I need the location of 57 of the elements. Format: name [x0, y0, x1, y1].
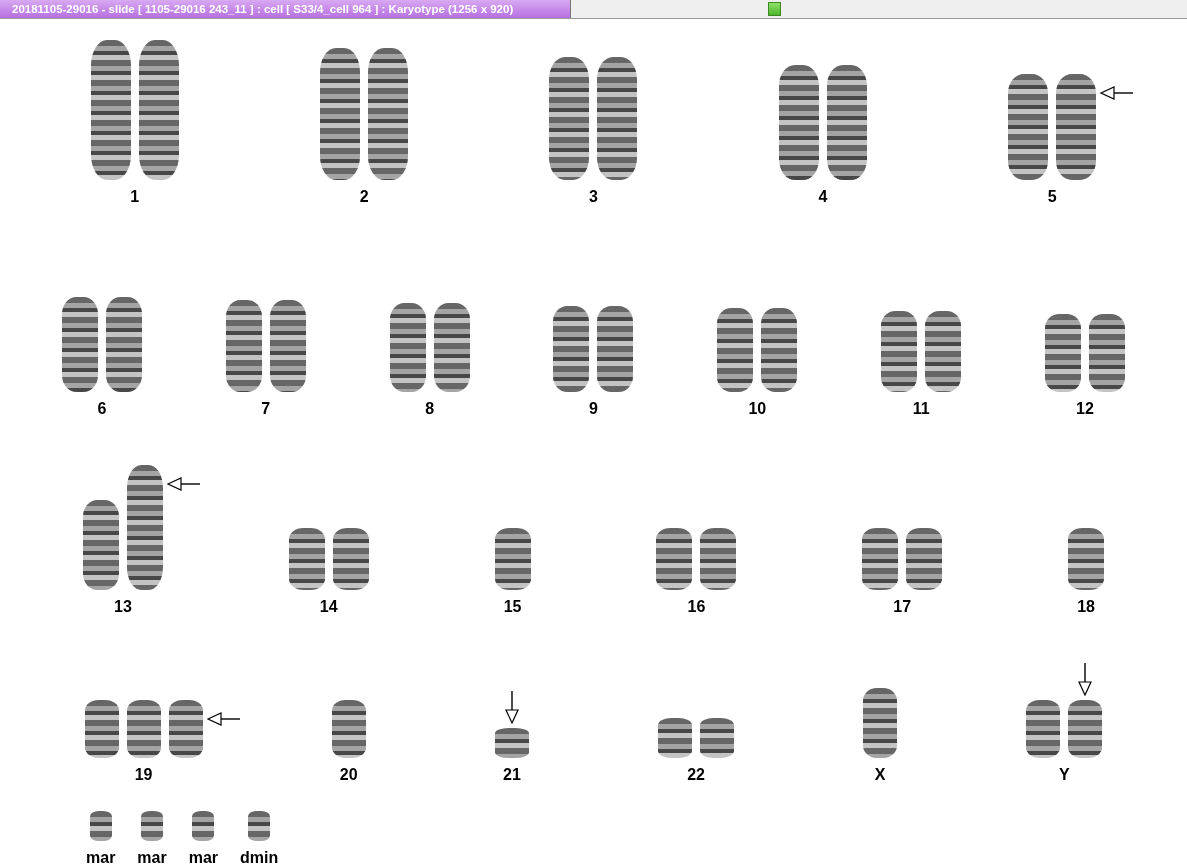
- chromosome-image: [84, 700, 119, 758]
- arrow-icon: [1078, 662, 1093, 696]
- chromosome-label: 6: [97, 400, 107, 418]
- chromosome-label: dmin: [240, 849, 279, 867]
- chromosome-label: X: [874, 766, 886, 784]
- scroll-handle[interactable]: [768, 2, 781, 16]
- chromosome-image: [658, 718, 693, 758]
- chromosome-label: 9: [589, 400, 598, 418]
- chromosome-label: 19: [134, 766, 153, 784]
- chromosome-image: [700, 528, 737, 590]
- chromosome-label: 12: [1076, 400, 1094, 418]
- chromosome-image: [863, 688, 898, 758]
- chromosome-label: 2: [359, 188, 369, 206]
- chromosome-image: [248, 811, 271, 841]
- chromosome-label: 17: [893, 598, 912, 616]
- chromosome-label: 5: [1047, 188, 1057, 206]
- chromosome-label: 8: [425, 400, 435, 418]
- chromosome-label: Y: [1059, 766, 1070, 784]
- chromosome-label: 15: [503, 598, 522, 616]
- chromosome-label: 18: [1077, 598, 1095, 616]
- window-title: 20181105-29016 - slide [ 1105-29016 243_11 ] : cell [ S33/4_cell 964 ] : Karyotype (1256 x 920): [0, 0, 571, 18]
- chromosome-label: mar: [188, 849, 219, 867]
- chromosome-image: [1026, 700, 1061, 758]
- chromosome-label: 14: [319, 598, 338, 616]
- chromosome-image: [168, 700, 203, 758]
- chromosome-image: [331, 700, 366, 758]
- arrow-icon: [206, 712, 241, 726]
- chromosome-label: 16: [687, 598, 706, 616]
- chromosome-label: 20: [339, 766, 358, 784]
- chromosome-label: 3: [589, 188, 598, 206]
- chromosome-image: [126, 700, 161, 758]
- chromosome-image: [1068, 528, 1105, 590]
- chromosome-label: 22: [687, 766, 705, 784]
- chromosome-image: [494, 728, 529, 758]
- chromosome-image: [656, 528, 693, 590]
- chromosome-image: [332, 528, 369, 590]
- chromosome-image: [862, 528, 899, 590]
- chromosome-image: [906, 528, 943, 590]
- chromosome-label: 11: [912, 400, 930, 418]
- chromosome-image: [494, 528, 531, 590]
- chromosome-label: 1: [130, 188, 140, 206]
- chromosome-label: mar: [137, 849, 167, 867]
- arrow-icon: [166, 477, 201, 491]
- chromosome-label: 10: [748, 400, 767, 418]
- chromosome-image: [288, 528, 325, 590]
- arrow-icon: [1100, 86, 1135, 100]
- chromosome-label: 4: [818, 188, 828, 206]
- chromosome-image: [192, 811, 215, 841]
- chromosome-label: 21: [503, 766, 521, 784]
- chromosome-label: mar: [86, 849, 116, 867]
- chromosome-image: [700, 718, 735, 758]
- chromosome-image: [141, 811, 164, 841]
- chromosome-label: 7: [261, 400, 271, 418]
- chromosome-image: [1068, 700, 1103, 758]
- chromosome-image: [89, 811, 112, 841]
- arrow-icon: [504, 690, 519, 724]
- chromosome-label: 13: [114, 598, 132, 616]
